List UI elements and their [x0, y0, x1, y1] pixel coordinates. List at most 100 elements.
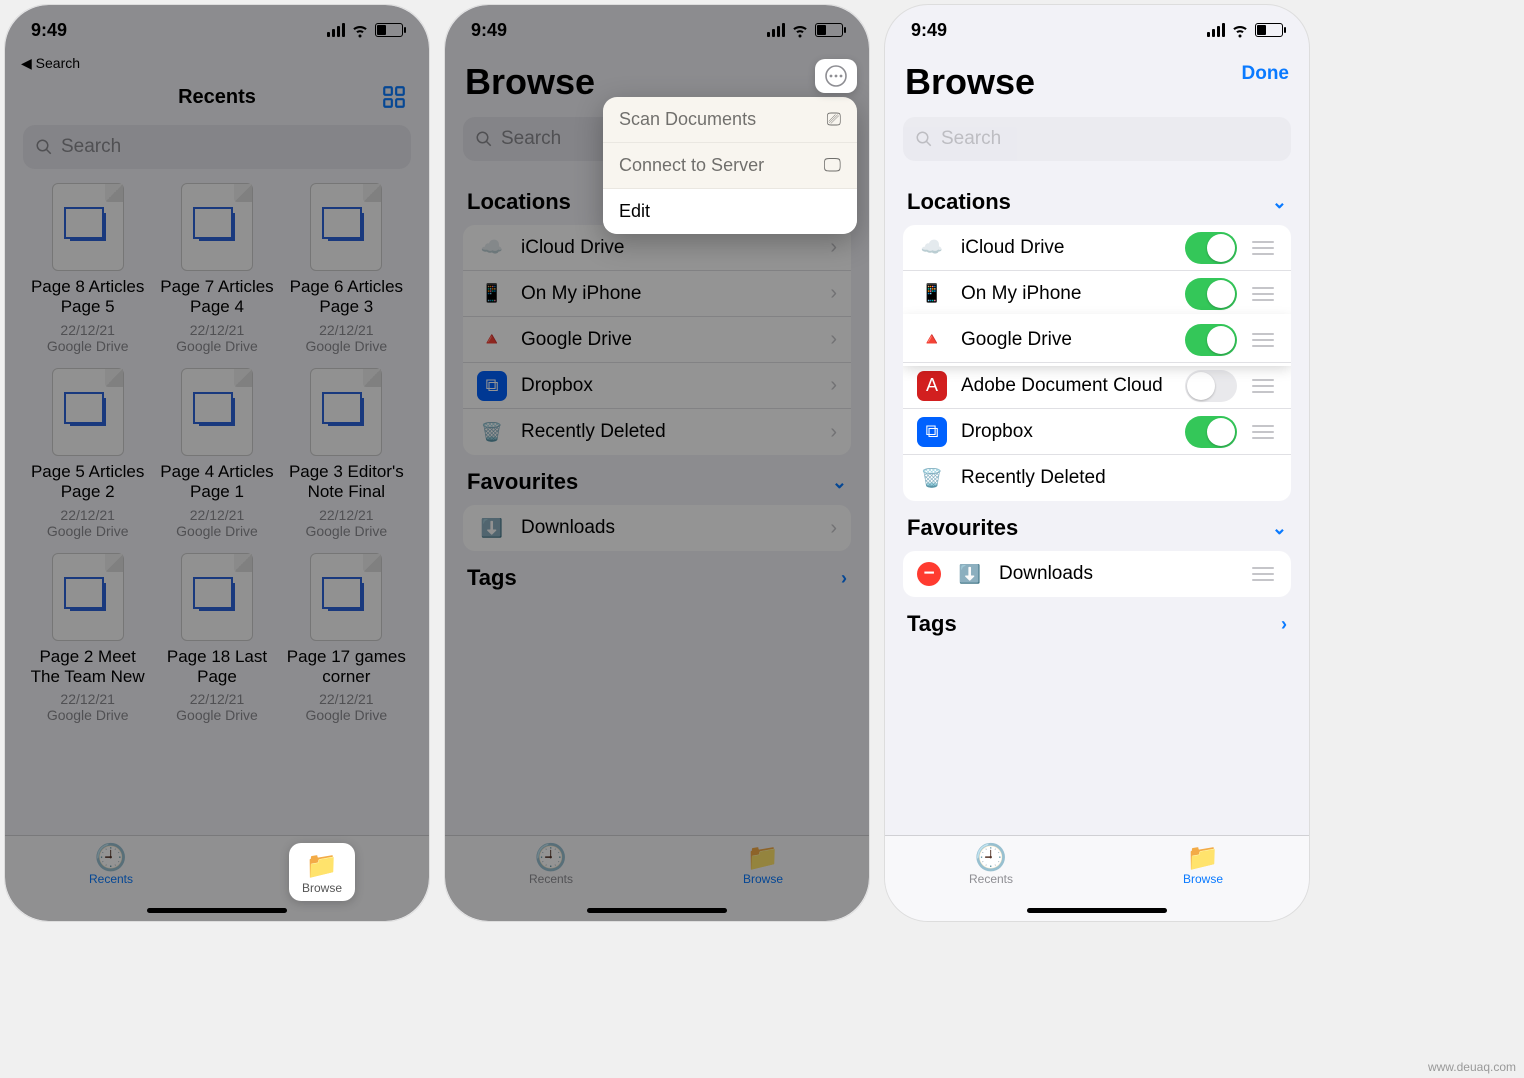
location-icloud: ☁️iCloud Drive [903, 225, 1291, 271]
folder-icon: 📁 [306, 850, 338, 881]
chevron-right-icon: › [830, 374, 837, 397]
file-item[interactable]: Page 18 Last Page22/12/21Google Drive [156, 553, 277, 724]
home-indicator[interactable] [147, 908, 287, 913]
file-thumb-icon [181, 553, 253, 641]
search-placeholder: Search [501, 128, 561, 150]
location-recentlydeleted: 🗑️Recently Deleted [903, 455, 1291, 501]
dropbox-icon: ⧉ [917, 417, 947, 447]
home-indicator[interactable] [1027, 908, 1167, 913]
location-dropbox[interactable]: ⧉Dropbox› [463, 363, 851, 409]
tab-recents[interactable]: 🕘 Recents [76, 844, 146, 886]
folder-icon: 📁 [728, 844, 798, 870]
tab-browse[interactable]: 📁Browse [728, 844, 798, 886]
icloud-icon: ☁️ [477, 233, 507, 263]
status-time: 9:49 [31, 20, 67, 41]
file-item[interactable]: Page 17 games corner22/12/21Google Drive [286, 553, 407, 724]
drag-handle-icon[interactable] [1249, 567, 1277, 581]
location-dropbox: ⧉Dropbox [903, 409, 1291, 455]
trash-icon: 🗑️ [917, 463, 947, 493]
search-placeholder: Search [941, 128, 1001, 150]
status-bar: 9:49 [445, 5, 869, 55]
chevron-right-icon: › [830, 328, 837, 351]
tab-browse-highlight[interactable]: 📁 Browse [289, 843, 355, 901]
grid-view-icon[interactable] [381, 84, 407, 116]
tab-browse[interactable]: 📁Browse [1168, 844, 1238, 886]
chevron-right-icon: › [841, 568, 847, 589]
search-icon [35, 138, 53, 156]
file-item[interactable]: Page 6 Articles Page 322/12/21Google Dri… [286, 183, 407, 354]
cellular-icon [327, 23, 345, 37]
file-item[interactable]: Page 7 Articles Page 422/12/21Google Dri… [156, 183, 277, 354]
tab-recents[interactable]: 🕘Recents [956, 844, 1026, 886]
toggle-icloud[interactable] [1185, 232, 1237, 264]
trash-icon: 🗑️ [477, 417, 507, 447]
file-item[interactable]: Page 2 Meet The Team New22/12/21Google D… [27, 553, 148, 724]
status-time: 9:49 [471, 20, 507, 41]
search-icon [915, 130, 933, 148]
section-tags[interactable]: Tags› [463, 551, 851, 601]
drag-handle-icon[interactable] [1249, 333, 1277, 347]
file-item[interactable]: Page 8 Articles Page 522/12/21Google Dri… [27, 183, 148, 354]
toggle-googledrive[interactable] [1185, 324, 1237, 356]
drag-handle-icon[interactable] [1249, 287, 1277, 301]
location-onmyiphone[interactable]: 📱On My iPhone› [463, 271, 851, 317]
cellular-icon [767, 23, 785, 37]
search-input[interactable]: Search [23, 125, 411, 169]
clock-icon: 🕘 [516, 844, 586, 870]
clock-icon: 🕘 [956, 844, 1026, 870]
googledrive-icon: 🔺 [477, 325, 507, 355]
search-icon [475, 130, 493, 148]
file-item[interactable]: Page 5 Articles Page 222/12/21Google Dri… [27, 368, 148, 539]
menu-connect-server[interactable]: Connect to Server🖵 [603, 143, 857, 189]
status-bar: 9:49 [885, 5, 1309, 55]
dropbox-icon: ⧉ [477, 371, 507, 401]
section-favourites[interactable]: Favourites⌄ [463, 455, 851, 505]
delete-button[interactable]: − [917, 562, 941, 586]
iphone-icon: 📱 [917, 279, 947, 309]
server-icon: 🖵 [824, 155, 841, 176]
file-thumb-icon [52, 183, 124, 271]
file-thumb-icon [181, 368, 253, 456]
back-search-link[interactable]: ◀︎ Search [5, 55, 429, 78]
location-adobe: AAdobe Document Cloud [903, 363, 1291, 409]
section-locations[interactable]: Locations⌄ [903, 175, 1291, 225]
location-onmyiphone: 📱On My iPhone [903, 271, 1291, 317]
home-indicator[interactable] [587, 908, 727, 913]
location-googledrive[interactable]: 🔺Google Drive› [463, 317, 851, 363]
more-button[interactable] [815, 59, 857, 93]
search-input[interactable]: Search [903, 117, 1291, 161]
section-tags[interactable]: Tags› [903, 597, 1291, 647]
battery-icon [815, 23, 843, 37]
file-item[interactable]: Page 3 Editor's Note Final22/12/21Google… [286, 368, 407, 539]
chevron-right-icon: › [830, 236, 837, 259]
cellular-icon [1207, 23, 1225, 37]
search-placeholder: Search [61, 136, 121, 158]
chevron-right-icon: › [830, 282, 837, 305]
status-bar: 9:49 [5, 5, 429, 55]
folder-icon: 📁 [1168, 844, 1238, 870]
wifi-icon [1231, 21, 1249, 39]
chevron-down-icon: ⌄ [1272, 518, 1287, 539]
menu-edit[interactable]: Edit [603, 189, 857, 234]
section-favourites[interactable]: Favourites⌄ [903, 501, 1291, 551]
toggle-adobe[interactable] [1185, 370, 1237, 402]
drag-handle-icon[interactable] [1249, 379, 1277, 393]
favourite-downloads[interactable]: ⬇️Downloads› [463, 505, 851, 551]
menu-scan-documents[interactable]: Scan Documents⎚ [603, 97, 857, 143]
toggle-onmyiphone[interactable] [1185, 278, 1237, 310]
adobe-icon: A [917, 371, 947, 401]
location-recentlydeleted[interactable]: 🗑️Recently Deleted› [463, 409, 851, 455]
drag-handle-icon[interactable] [1249, 425, 1277, 439]
done-button[interactable]: Done [1242, 63, 1290, 85]
file-thumb-icon [52, 553, 124, 641]
context-menu: Scan Documents⎚ Connect to Server🖵 Edit [603, 97, 857, 234]
download-icon: ⬇️ [477, 513, 507, 543]
tab-recents[interactable]: 🕘Recents [516, 844, 586, 886]
battery-icon [375, 23, 403, 37]
drag-handle-icon[interactable] [1249, 241, 1277, 255]
toggle-dropbox[interactable] [1185, 416, 1237, 448]
file-thumb-icon [52, 368, 124, 456]
file-thumb-icon [310, 368, 382, 456]
chevron-down-icon: ⌄ [832, 472, 847, 493]
file-item[interactable]: Page 4 Articles Page 122/12/21Google Dri… [156, 368, 277, 539]
